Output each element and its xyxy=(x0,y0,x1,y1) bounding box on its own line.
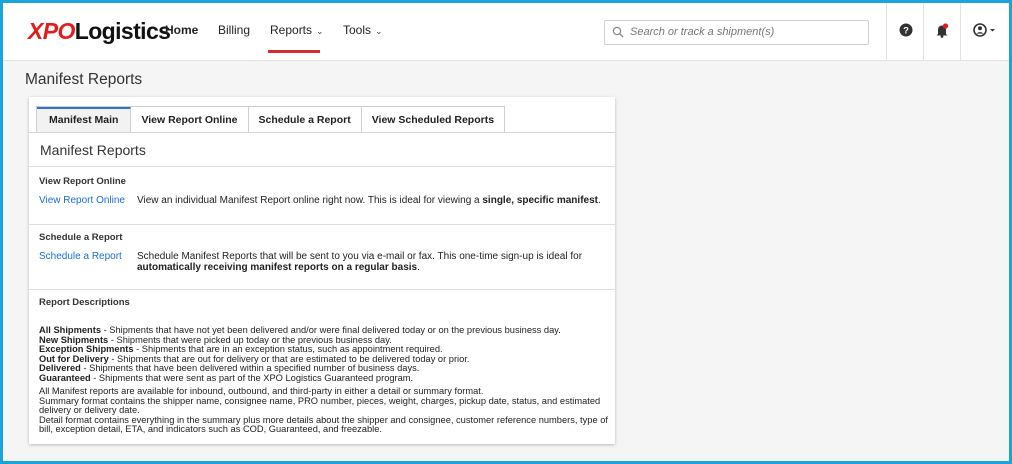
definition-text: - Shipments that are in an exception sta… xyxy=(133,344,443,355)
tab-schedule-a-report[interactable]: Schedule a Report xyxy=(248,107,362,132)
definition-text: - Shipments that were picked up today or… xyxy=(108,334,392,345)
definition-term: Guaranteed xyxy=(39,372,91,383)
xpo-logo[interactable]: XPOLogistics xyxy=(28,18,171,44)
nav-reports[interactable]: Reports ⌄ xyxy=(270,22,324,39)
help-icon[interactable]: ? xyxy=(899,23,913,37)
format-notes: All Manifest reports are available for i… xyxy=(39,386,609,435)
search-input[interactable]: Search or track a shipment(s) xyxy=(630,26,774,38)
section-divider xyxy=(29,224,615,225)
chevron-down-icon: ⌄ xyxy=(316,26,324,36)
format-note: Detail format contains everything in the… xyxy=(39,414,608,435)
top-navigation-bar: XPOLogistics Home Billing Reports ⌄ Tools… xyxy=(3,3,1009,61)
definition-text: - Shipments that have been delivered wit… xyxy=(80,363,420,374)
browser-frame: XPOLogistics Home Billing Reports ⌄ Tools… xyxy=(0,0,1012,464)
section-divider xyxy=(29,289,615,290)
svg-text:?: ? xyxy=(903,25,909,36)
nav-tools-label: Tools xyxy=(343,23,372,37)
definition-term: Exception Shipments xyxy=(39,344,134,355)
definition-text: - Shipments that are out for delivery or… xyxy=(108,353,470,364)
logo-logistics-text: Logistics xyxy=(74,18,171,44)
view-online-desc-bold: single, specific manifest xyxy=(482,195,598,206)
toolbar-divider xyxy=(886,3,887,61)
manifest-card: Manifest Main View Report Online Schedul… xyxy=(29,97,615,444)
definition-text: - Shipments that have not yet been deliv… xyxy=(101,325,561,335)
definition-item: Guaranteed - Shipments that were sent as… xyxy=(39,372,609,384)
view-online-desc-text: View an individual Manifest Report onlin… xyxy=(137,195,483,206)
schedule-a-report-link[interactable]: Schedule a Report xyxy=(39,251,122,262)
schedule-desc-text: Schedule Manifest Reports that will be s… xyxy=(137,251,583,262)
nav-active-indicator xyxy=(268,50,320,53)
schedule-desc-bold: automatically receiving manifest reports… xyxy=(137,262,418,273)
toolbar-divider xyxy=(960,3,961,61)
schedule-description: Schedule Manifest Reports that will be s… xyxy=(137,251,607,273)
tab-view-scheduled-reports[interactable]: View Scheduled Reports xyxy=(361,107,505,132)
report-descriptions-heading: Report Descriptions xyxy=(39,297,130,308)
shipment-search-field[interactable]: Search or track a shipment(s) xyxy=(604,20,869,45)
schedule-heading: Schedule a Report xyxy=(39,232,123,243)
page-title: Manifest Reports xyxy=(25,71,143,88)
view-report-online-link[interactable]: View Report Online xyxy=(39,195,125,206)
nav-reports-label: Reports xyxy=(270,23,313,37)
definition-term: Delivered xyxy=(39,363,81,374)
tab-divider xyxy=(29,132,615,133)
search-icon xyxy=(612,26,624,38)
tab-bar: Manifest Main View Report Online Schedul… xyxy=(36,106,506,132)
definition-term: Out for Delivery xyxy=(39,353,109,364)
view-online-desc-end: . xyxy=(597,195,601,206)
user-account-icon[interactable] xyxy=(973,23,999,37)
tab-view-report-online[interactable]: View Report Online xyxy=(131,107,249,132)
nav-billing[interactable]: Billing xyxy=(218,22,250,38)
view-online-heading: View Report Online xyxy=(39,176,126,187)
format-note: Summary format contains the shipper name… xyxy=(39,395,601,416)
section-title: Manifest Reports xyxy=(40,142,146,158)
view-online-description: View an individual Manifest Report onlin… xyxy=(137,195,607,206)
schedule-desc-end: . xyxy=(417,262,420,273)
notification-bell-icon[interactable] xyxy=(935,23,949,38)
logo-xpo-text: XPO xyxy=(28,18,75,44)
tab-manifest-main[interactable]: Manifest Main xyxy=(37,107,132,132)
section-divider xyxy=(29,166,615,167)
nav-tools[interactable]: Tools ⌄ xyxy=(343,22,383,39)
definition-term: New Shipments xyxy=(39,334,109,345)
report-definitions-list: All Shipments - Shipments that have not … xyxy=(39,325,609,384)
nav-home[interactable]: Home xyxy=(165,22,198,38)
toolbar-divider xyxy=(923,3,924,61)
chevron-down-icon: ⌄ xyxy=(375,26,383,36)
definition-text: - Shipments that were sent as part of th… xyxy=(90,372,414,383)
definition-term: All Shipments xyxy=(39,325,101,335)
